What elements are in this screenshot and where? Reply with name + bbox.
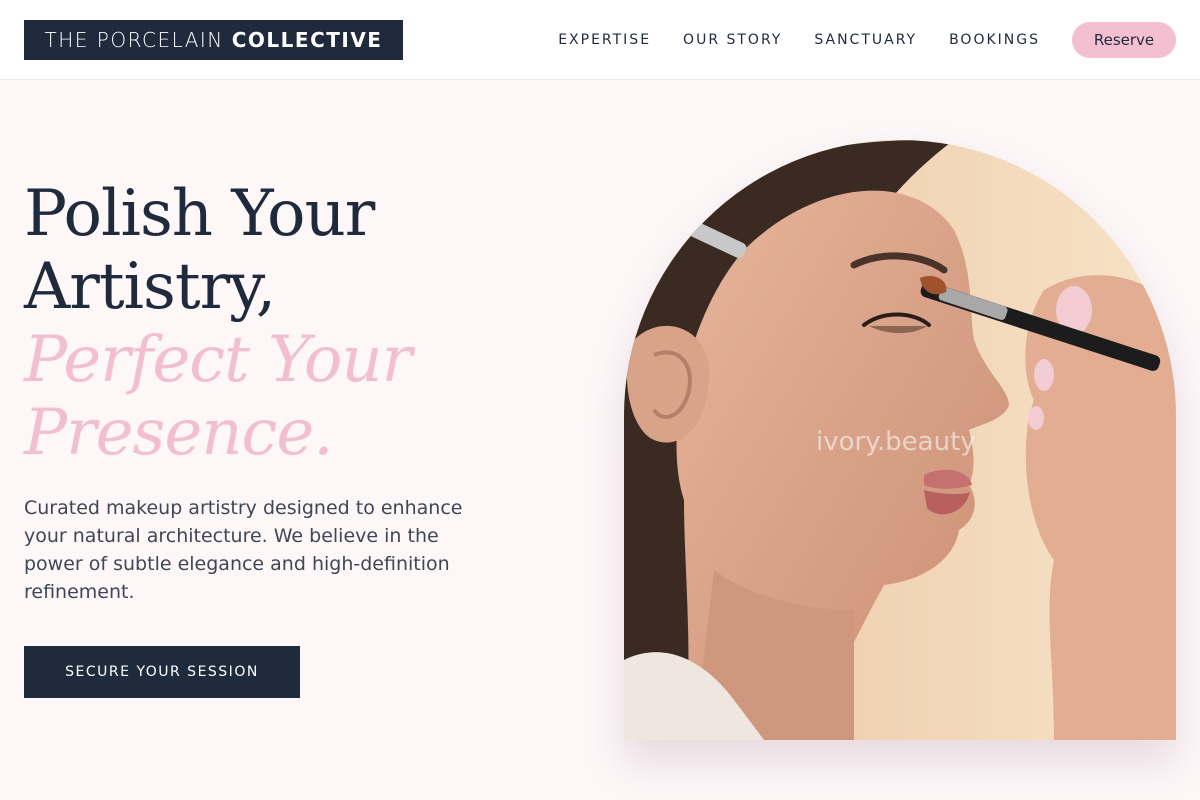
nav-link-our-story[interactable]: OUR STORY (683, 32, 782, 48)
brand-logo[interactable]: THE PORCELAIN COLLECTIVE (24, 20, 403, 60)
nav-link-bookings[interactable]: BOOKINGS (949, 32, 1040, 48)
reserve-button[interactable]: Reserve (1072, 22, 1176, 58)
headline-line-3: Perfect Your (24, 323, 412, 397)
headline-line-4: Presence. (24, 396, 334, 470)
hero-description: Curated makeup artistry designed to enha… (24, 497, 463, 603)
image-watermark: ivory.beauty (816, 427, 976, 457)
brand-name-bold: COLLECTIVE (231, 28, 383, 52)
headline-line-1: Polish Your (24, 177, 375, 251)
main-nav: EXPERTISE OUR STORY SANCTUARY BOOKINGS R… (526, 0, 1176, 80)
hero-headline: Polish Your Artistry, Perfect Your Prese… (24, 178, 584, 470)
headline-line-2: Artistry, (24, 250, 276, 324)
brand-name-light: THE PORCELAIN (44, 28, 224, 52)
site-header: THE PORCELAIN COLLECTIVE EXPERTISE OUR S… (0, 0, 1200, 80)
nav-link-sanctuary[interactable]: SANCTUARY (814, 32, 917, 48)
nav-link-expertise[interactable]: EXPERTISE (558, 32, 651, 48)
secure-session-button[interactable]: SECURE YOUR SESSION (24, 646, 300, 698)
